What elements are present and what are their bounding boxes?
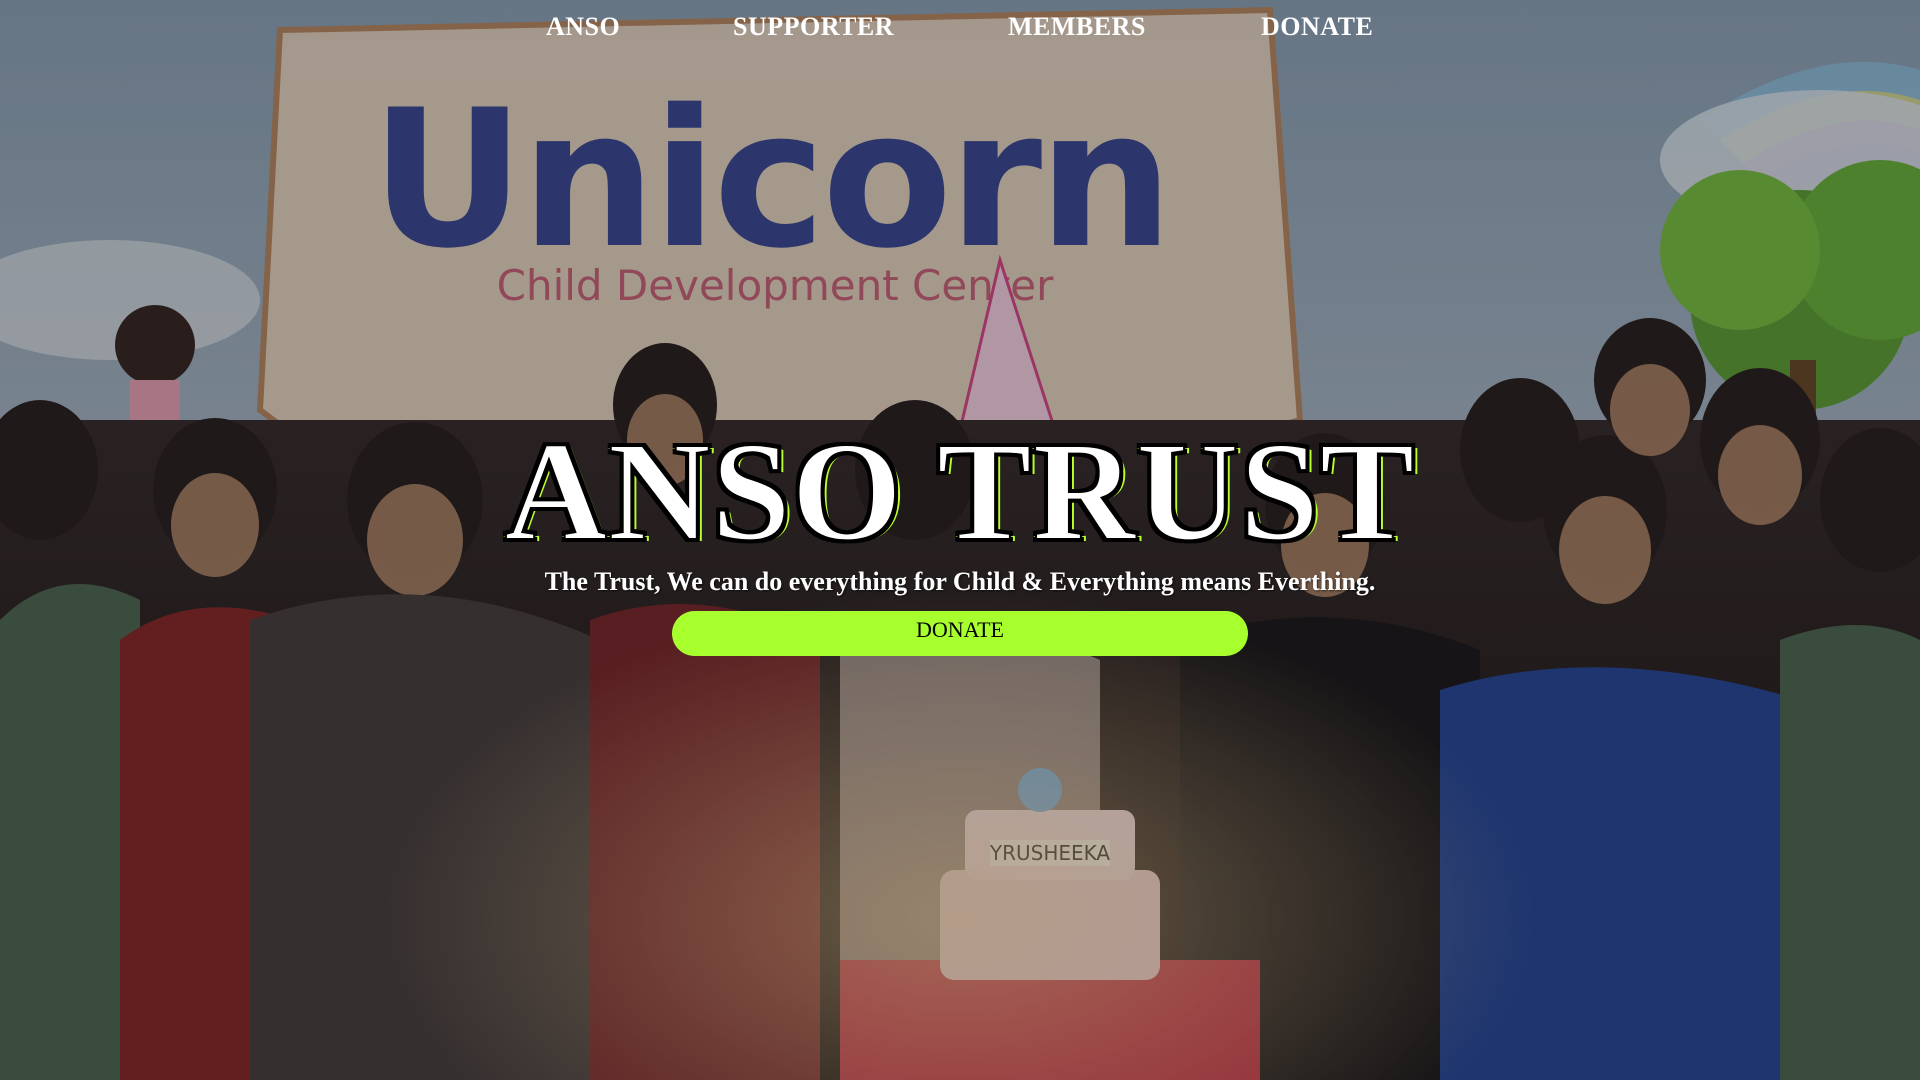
- nav-link-donate[interactable]: DONATE: [1261, 12, 1373, 42]
- hero-section: Unicorn Child Development Center: [0, 0, 1920, 1080]
- donate-button[interactable]: DONATE: [672, 611, 1248, 656]
- hero-tagline: The Trust, We can do everything for Chil…: [544, 567, 1376, 596]
- top-navigation: ANSO SUPPORTER MEMBERS DONATE: [0, 0, 1920, 56]
- nav-link-anso[interactable]: ANSO: [546, 12, 620, 42]
- hero-title: ANSO TRUST: [504, 412, 1416, 570]
- nav-link-members[interactable]: MEMBERS: [1008, 12, 1146, 42]
- nav-link-supporter[interactable]: SUPPORTER: [733, 12, 894, 42]
